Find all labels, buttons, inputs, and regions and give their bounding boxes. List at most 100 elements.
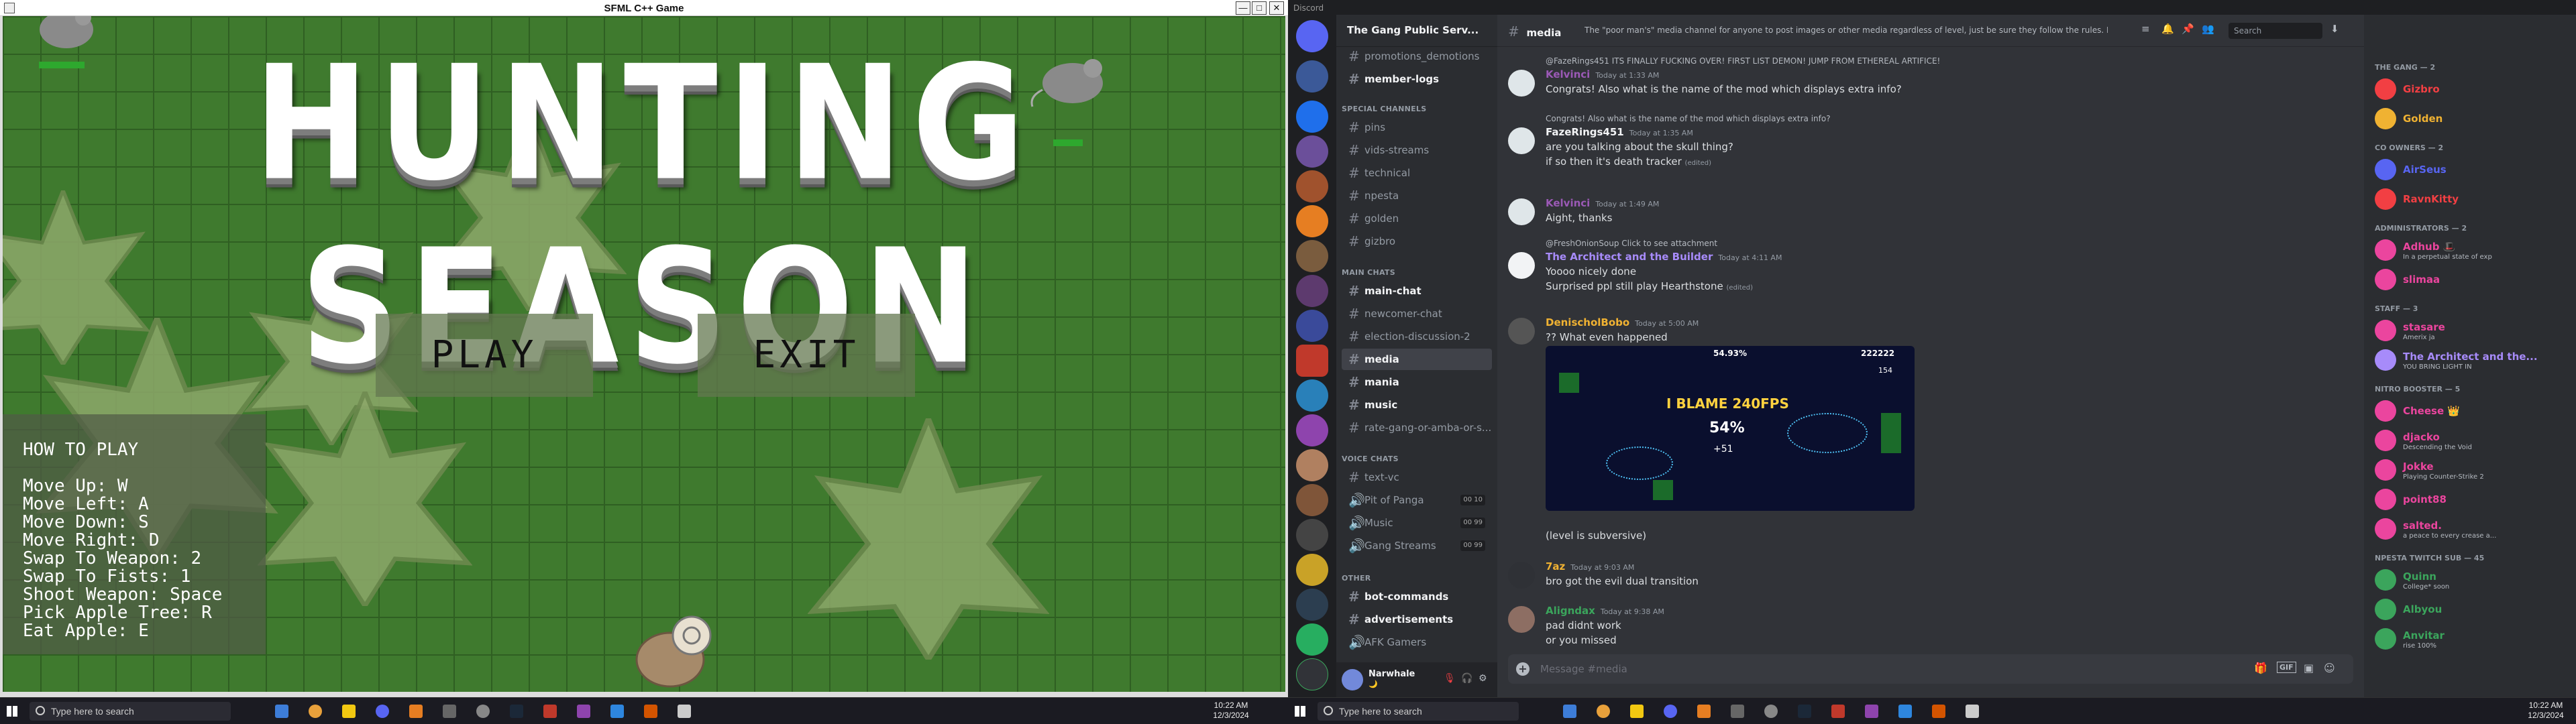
- message-author[interactable]: Kelvinci Today at 1:33 AM: [1546, 68, 1659, 80]
- member-row[interactable]: Gizbro: [2369, 75, 2571, 103]
- channel-technical[interactable]: # technical: [1342, 162, 1492, 184]
- server-icon[interactable]: [1296, 484, 1328, 516]
- server-icon[interactable]: [1296, 310, 1328, 342]
- server-icon[interactable]: [1296, 275, 1328, 307]
- server-icon[interactable]: [1296, 101, 1328, 133]
- channel-npesta[interactable]: # npesta: [1342, 185, 1492, 206]
- github-icon[interactable]: [1764, 705, 1778, 718]
- exit-button[interactable]: EXIT: [698, 314, 915, 397]
- task-view-icon[interactable]: [1563, 705, 1576, 718]
- discord-titlebar[interactable]: Discord: [1288, 0, 2576, 15]
- message-composer[interactable]: + Message #media 🎁 GIF ▣ ☺: [1508, 654, 2353, 684]
- voice-pit-of-panga[interactable]: 🔊 Pit of Panga 00 10: [1342, 489, 1492, 511]
- play-button[interactable]: PLAY: [376, 314, 593, 397]
- member-row[interactable]: Albyou: [2369, 595, 2571, 623]
- server-icon[interactable]: [1296, 240, 1328, 272]
- sticker-icon[interactable]: ▣: [2304, 662, 2314, 674]
- home-icon[interactable]: [1296, 20, 1328, 52]
- vscode-icon[interactable]: [1898, 705, 1912, 718]
- voice-afk-gamers[interactable]: 🔊 AFK Gamers: [1342, 631, 1492, 653]
- channel-text-vc[interactable]: # text-vc: [1342, 467, 1492, 488]
- channel-vids-streams[interactable]: # vids-streams: [1342, 139, 1492, 161]
- category-main[interactable]: MAIN CHATS: [1342, 268, 1395, 277]
- message-author[interactable]: FazeRings451 Today at 1:35 AM: [1546, 126, 1693, 138]
- emoji-icon[interactable]: ☺: [2324, 662, 2335, 674]
- member-row[interactable]: Anvitar rise 100%: [2369, 625, 2571, 653]
- member-row[interactable]: slimaa: [2369, 265, 2571, 294]
- maximize-button[interactable]: □: [1252, 1, 1267, 15]
- voice-music[interactable]: 🔊 Music 00 99: [1342, 512, 1492, 534]
- message[interactable]: Kelvinci Today at 1:49 AM Aight, thanks: [1508, 196, 2340, 229]
- start-icon[interactable]: [7, 706, 17, 717]
- member-row[interactable]: Cheese 👑: [2369, 397, 2571, 425]
- threads-icon[interactable]: ≡: [2141, 23, 2150, 35]
- member-list-icon[interactable]: 👥: [2202, 23, 2214, 35]
- avatar[interactable]: [1508, 198, 1535, 225]
- add-attachment-icon[interactable]: +: [1516, 662, 1529, 676]
- voice-gang-streams[interactable]: 🔊 Gang Streams 00 99: [1342, 535, 1492, 556]
- app-icon[interactable]: [1831, 705, 1845, 718]
- avatar[interactable]: [1508, 70, 1535, 97]
- channel-election-discussion[interactable]: # election-discussion-2: [1342, 326, 1492, 347]
- member-row[interactable]: RavnKitty: [2369, 185, 2571, 213]
- channel-bot-commands[interactable]: # bot-commands: [1342, 586, 1492, 607]
- chrome-icon[interactable]: [309, 705, 322, 718]
- channel-pins[interactable]: # pins: [1342, 117, 1492, 138]
- avatar[interactable]: [1508, 606, 1535, 633]
- server-icon[interactable]: [1296, 205, 1328, 237]
- start-icon[interactable]: [1295, 706, 1305, 717]
- window-titlebar[interactable]: SFML C++ Game — □ ✕: [0, 0, 1288, 16]
- server-header[interactable]: The Gang Public Serv...: [1336, 15, 1497, 47]
- visual-studio-icon[interactable]: [1865, 705, 1878, 718]
- message[interactable]: 7az Today at 9:03 AM bro got the evil dua…: [1508, 559, 2340, 593]
- inbox-icon[interactable]: ⬇: [2330, 23, 2339, 35]
- member-row[interactable]: djacko Descending the Void: [2369, 426, 2571, 455]
- channel-rate-gang[interactable]: # rate-gang-or-amba-or-s...: [1342, 417, 1492, 438]
- message-author[interactable]: DenischolBobo Today at 5:00 AM: [1546, 316, 1699, 328]
- app-icon[interactable]: [1932, 705, 1945, 718]
- message[interactable]: @FreshOnionSoup Click to see attachment …: [1508, 239, 2340, 296]
- explore-icon[interactable]: [1296, 658, 1328, 690]
- vscode-icon[interactable]: [610, 705, 624, 718]
- app-icon[interactable]: [644, 705, 657, 718]
- message-author[interactable]: The Architect and the Builder Today at 4:…: [1546, 251, 1782, 263]
- member-row[interactable]: Adhub 🎩 In a perpetual state of exp: [2369, 236, 2571, 264]
- close-button[interactable]: ✕: [1269, 1, 1284, 15]
- category-other[interactable]: OTHER: [1342, 574, 1371, 583]
- member-row[interactable]: Golden: [2369, 105, 2571, 133]
- channel-advertisements[interactable]: # advertisements: [1342, 609, 1492, 630]
- channel-music[interactable]: # music: [1342, 394, 1492, 416]
- server-icon[interactable]: [1296, 449, 1328, 481]
- avatar[interactable]: [1508, 127, 1535, 154]
- avatar[interactable]: [1342, 669, 1363, 690]
- message[interactable]: Aligndax Today at 9:38 AM pad didnt work …: [1508, 603, 2340, 652]
- server-icon[interactable]: [1296, 554, 1328, 586]
- gift-icon[interactable]: 🎁: [2254, 662, 2267, 674]
- task-view-icon[interactable]: [275, 705, 288, 718]
- visual-studio-icon[interactable]: [577, 705, 590, 718]
- channel-newcomer-chat[interactable]: # newcomer-chat: [1342, 303, 1492, 324]
- taskbar-search[interactable]: Type here to search: [1318, 702, 1519, 721]
- avatar[interactable]: [1508, 318, 1535, 345]
- message[interactable]: (level is subversive): [1508, 530, 2340, 546]
- avatar[interactable]: [1508, 562, 1535, 589]
- message-author[interactable]: Aligndax Today at 9:38 AM: [1546, 605, 1664, 617]
- server-icon[interactable]: [1296, 135, 1328, 168]
- server-icon[interactable]: [1296, 345, 1328, 377]
- channel-golden[interactable]: # golden: [1342, 208, 1492, 229]
- message[interactable]: @FazeRings451 ITS FINALLY FUCKING OVER! …: [1508, 56, 2340, 97]
- settings-gear-icon[interactable]: ⚙: [1479, 673, 1491, 685]
- headphones-icon[interactable]: 🎧: [1461, 673, 1473, 685]
- sfml-app-icon[interactable]: [1966, 705, 1979, 718]
- taskbar-clock[interactable]: 10:22 AM 12/3/2024: [1208, 701, 1254, 721]
- server-icon[interactable]: [1296, 623, 1328, 656]
- reply-preview[interactable]: @FazeRings451 ITS FINALLY FUCKING OVER! …: [1546, 56, 1940, 66]
- minimize-button[interactable]: —: [1236, 1, 1250, 15]
- taskbar-clock[interactable]: 10:22 AM 12/3/2024: [2522, 701, 2569, 721]
- folder-icon[interactable]: [1630, 705, 1644, 718]
- member-row[interactable]: salted. a peace to every crease a...: [2369, 515, 2571, 543]
- channel-media[interactable]: # media: [1342, 349, 1492, 370]
- member-row[interactable]: point88: [2369, 485, 2571, 514]
- server-icon[interactable]: [1296, 589, 1328, 621]
- member-row[interactable]: Jokke Playing Counter-Strike 2: [2369, 456, 2571, 484]
